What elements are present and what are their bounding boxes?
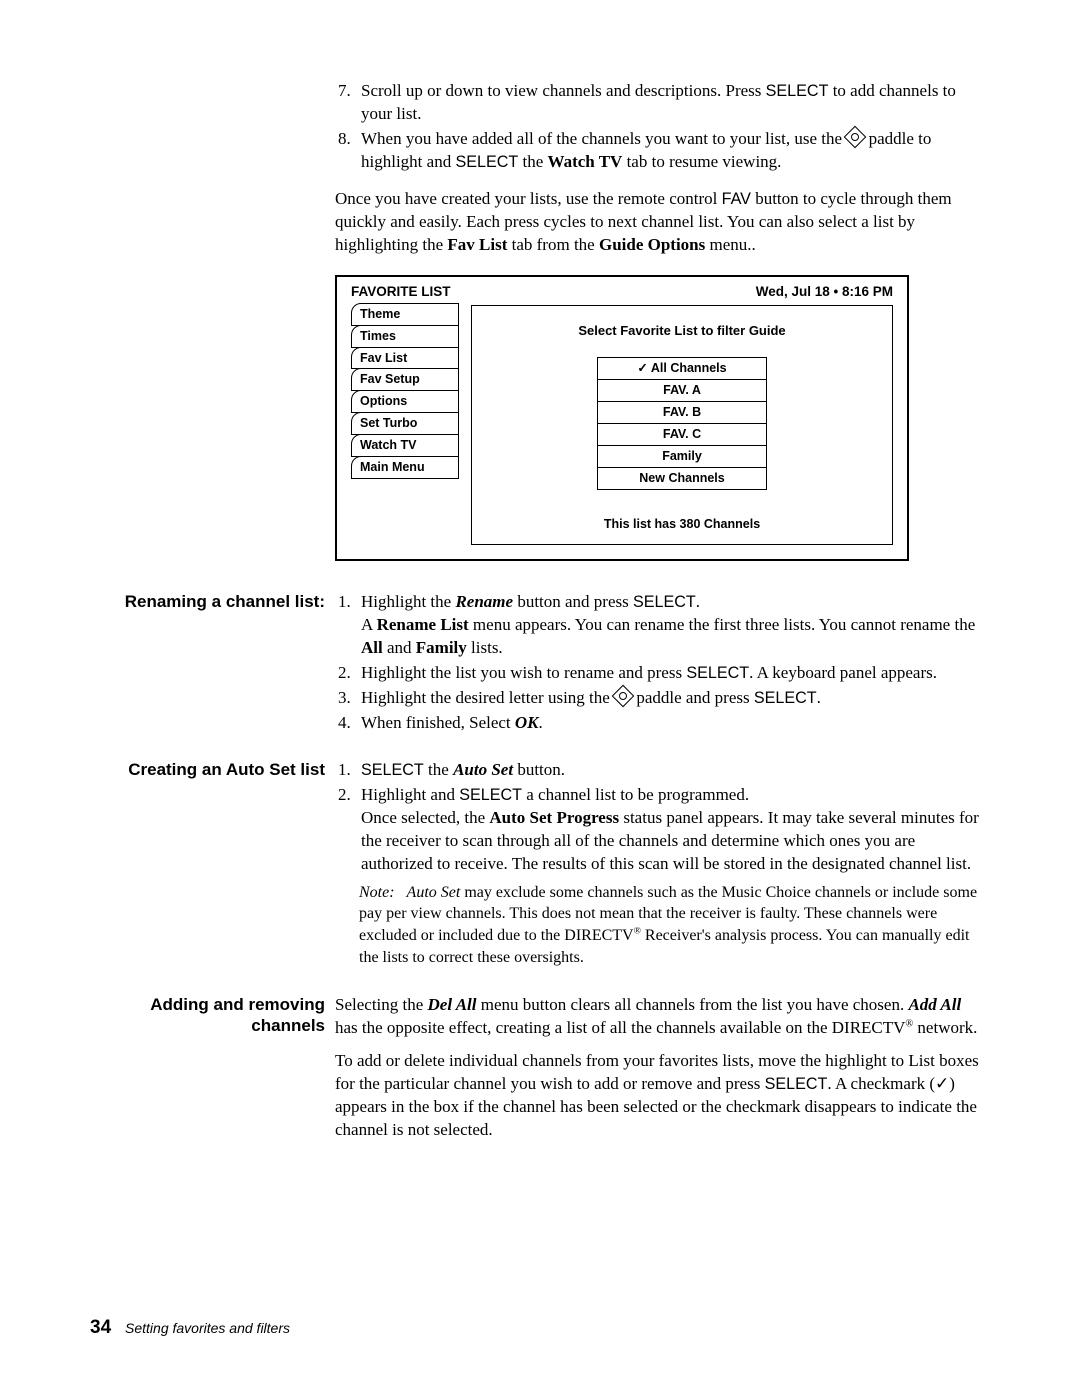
intro-paragraph: Once you have created your lists, use th…	[335, 188, 980, 257]
figure-datetime: Wed, Jul 18 • 8:16 PM	[756, 283, 893, 301]
figure-title: FAVORITE LIST	[351, 283, 451, 301]
page-number: 34	[90, 1317, 111, 1338]
step-item: When you have added all of the channels …	[355, 128, 980, 174]
figure-tab: Fav Setup	[351, 368, 459, 391]
autoset-note: Note: Auto Set may exclude some channels…	[359, 882, 980, 968]
autoset-step: SELECT the Auto Set button.	[355, 759, 980, 782]
footer-title: Setting favorites and filters	[125, 1320, 290, 1336]
figure-side-tabs: ThemeTimesFav ListFav SetupOptionsSet Tu…	[351, 303, 459, 546]
figure-tab: Main Menu	[351, 456, 459, 479]
addremove-para2: To add or delete individual channels fro…	[335, 1050, 980, 1142]
figure-tab: Theme	[351, 303, 459, 326]
figure-option: FAV. C	[597, 423, 767, 445]
figure-option: FAV. B	[597, 401, 767, 423]
favorite-list-figure: FAVORITE LIST Wed, Jul 18 • 8:16 PM Them…	[335, 275, 980, 562]
rename-step: When finished, Select OK.	[355, 712, 980, 735]
figure-option: Family	[597, 445, 767, 467]
figure-tab: Times	[351, 325, 459, 348]
figure-option: ✓ All Channels	[597, 357, 767, 379]
step-list-top: Scroll up or down to view channels and d…	[335, 80, 980, 174]
step-item: Scroll up or down to view channels and d…	[355, 80, 980, 126]
figure-tab: Options	[351, 390, 459, 413]
autoset-steps: SELECT the Auto Set button.Highlight and…	[335, 759, 980, 876]
figure-option: FAV. A	[597, 379, 767, 401]
figure-option: New Channels	[597, 467, 767, 490]
rename-step: Highlight the list you wish to rename an…	[355, 662, 980, 685]
figure-summary: This list has 380 Channels	[486, 516, 878, 533]
figure-panel-title: Select Favorite List to filter Guide	[486, 322, 878, 340]
page-footer: 34 Setting favorites and filters	[90, 1315, 290, 1341]
paddle-icon	[844, 126, 867, 149]
section-label-autoset: Creating an Auto Set list	[90, 759, 335, 782]
figure-tab: Fav List	[351, 347, 459, 370]
figure-option-list: ✓ All ChannelsFAV. AFAV. BFAV. CFamilyNe…	[597, 357, 767, 489]
paddle-icon	[612, 685, 635, 708]
section-label-rename: Renaming a channel list:	[90, 591, 335, 614]
section-label-addremove: Adding and removing channels	[90, 994, 335, 1037]
rename-step: Highlight the Rename button and press SE…	[355, 591, 980, 660]
autoset-step: Highlight and SELECT a channel list to b…	[355, 784, 980, 876]
figure-tab: Watch TV	[351, 434, 459, 457]
addremove-para1: Selecting the Del All menu button clears…	[335, 994, 980, 1040]
rename-step: Highlight the desired letter using the p…	[355, 687, 980, 710]
figure-tab: Set Turbo	[351, 412, 459, 435]
rename-steps: Highlight the Rename button and press SE…	[335, 591, 980, 735]
